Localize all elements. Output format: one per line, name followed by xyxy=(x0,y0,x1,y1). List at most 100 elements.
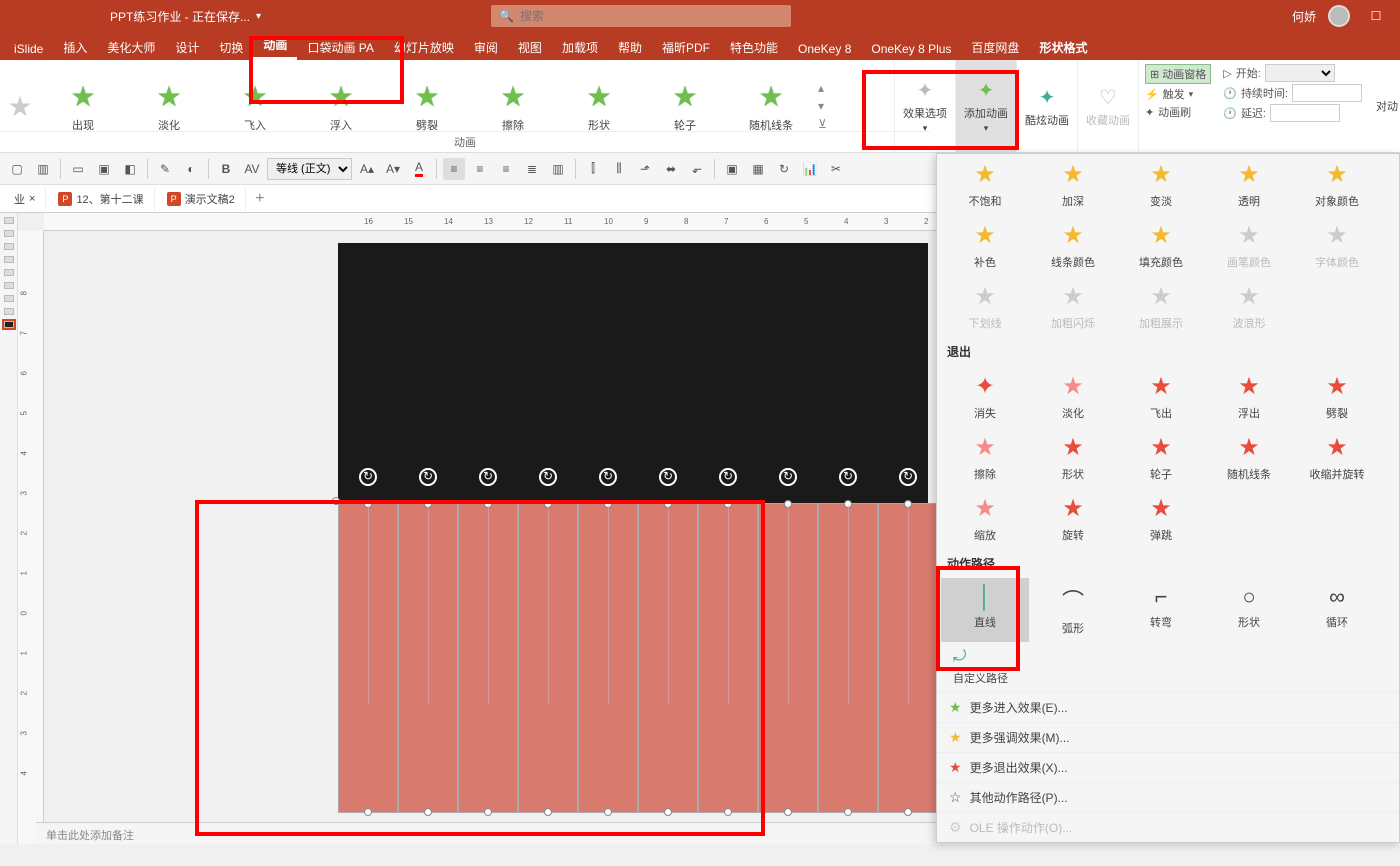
tab-help[interactable]: 帮助 xyxy=(608,35,652,60)
doctab-2[interactable]: P演示文稿2 xyxy=(157,187,246,211)
shape-strip[interactable] xyxy=(398,503,458,813)
tab-islide[interactable]: iSlide xyxy=(4,38,53,60)
tab-baidu[interactable]: 百度网盘 xyxy=(961,35,1029,60)
doctab-0[interactable]: 业 × xyxy=(4,187,46,211)
bold-icon[interactable]: B xyxy=(215,158,237,180)
exit-shape[interactable]: ★形状 xyxy=(1029,427,1117,488)
emph-lighten[interactable]: ★变淡 xyxy=(1117,154,1205,215)
emph-fillcolor[interactable]: ★填充颜色 xyxy=(1117,215,1205,276)
brush-icon[interactable]: ✎ xyxy=(154,158,176,180)
emph-objectcolor[interactable]: ★对象颜色 xyxy=(1293,154,1381,215)
align-bottom-icon[interactable]: ⬐ xyxy=(686,158,708,180)
more-emphasis-effects[interactable]: ★更多强调效果(M)... xyxy=(937,722,1399,752)
user-avatar-icon[interactable] xyxy=(1328,5,1350,27)
new-tab-button[interactable]: + xyxy=(248,189,272,209)
tab-shape-format[interactable]: 形状格式 xyxy=(1029,35,1097,60)
exit-bounce[interactable]: ★弹跳 xyxy=(1117,488,1205,549)
font-color-icon[interactable]: A xyxy=(408,158,430,180)
crop-icon[interactable]: ✂ xyxy=(825,158,847,180)
shape-strip[interactable] xyxy=(578,503,638,813)
add-animation-dropdown[interactable]: ★不饱和 ★加深 ★变淡 ★透明 ★对象颜色 ★补色 ★线条颜色 ★填充颜色 ★… xyxy=(936,153,1400,843)
tab-onekey8[interactable]: OneKey 8 xyxy=(788,38,861,60)
anim-brush-button[interactable]: 动画刷 xyxy=(1158,104,1191,120)
tool-icon-3[interactable]: ◧ xyxy=(119,158,141,180)
align-middle-icon[interactable]: ⬌ xyxy=(660,158,682,180)
path-custom[interactable]: ⤾自定义路径 xyxy=(941,642,1395,692)
doctab-1[interactable]: P12、第十二课 xyxy=(48,187,154,211)
tab-design[interactable]: 设计 xyxy=(165,35,209,60)
start-select[interactable] xyxy=(1265,64,1335,82)
trigger-button[interactable]: 触发 xyxy=(1163,86,1185,102)
selected-shapes-group[interactable] xyxy=(338,503,938,813)
search-box[interactable]: 🔍 xyxy=(491,5,791,27)
rotate-handle-icon[interactable] xyxy=(419,468,437,486)
spacing-icon[interactable]: AV xyxy=(241,158,263,180)
align-center-icon[interactable]: ≡ xyxy=(469,158,491,180)
tab-slideshow[interactable]: 幻灯片放映 xyxy=(384,35,464,60)
thumbnail-panel[interactable] xyxy=(0,213,18,844)
selection-handle[interactable] xyxy=(332,497,340,505)
tab-view[interactable]: 视图 xyxy=(508,35,552,60)
tab-review[interactable]: 审阅 xyxy=(464,35,508,60)
cool-animation-button[interactable]: ✦酷炫动画 xyxy=(1017,60,1078,152)
emph-linecolor[interactable]: ★线条颜色 xyxy=(1029,215,1117,276)
duration-input[interactable] xyxy=(1292,84,1362,102)
rotate-handle-icon[interactable] xyxy=(599,468,617,486)
shape-strip[interactable] xyxy=(458,503,518,813)
distribute-v-icon[interactable]: ⫼ xyxy=(608,158,630,180)
tab-beautify[interactable]: 美化大师 xyxy=(97,35,165,60)
exit-flyout[interactable]: ★飞出 xyxy=(1117,366,1205,427)
tab-onekey8plus[interactable]: OneKey 8 Plus xyxy=(861,38,961,60)
shape-strip[interactable] xyxy=(878,503,938,813)
tab-animation[interactable]: 动画 xyxy=(253,32,297,60)
tool-icon-1[interactable]: ▭ xyxy=(67,158,89,180)
eraser-icon[interactable]: ◐ xyxy=(180,158,202,180)
rotate-handle-icon[interactable] xyxy=(539,468,557,486)
more-exit-effects[interactable]: ★更多退出效果(X)... xyxy=(937,752,1399,782)
gallery-down-icon[interactable]: ▾ xyxy=(818,99,827,113)
emph-complement[interactable]: ★补色 xyxy=(941,215,1029,276)
font-select[interactable]: 等线 (正文) xyxy=(267,158,352,180)
font-grow-icon[interactable]: A▴ xyxy=(356,158,378,180)
favorite-animation-button[interactable]: ♡收藏动画 xyxy=(1078,60,1139,152)
tool-icon-2[interactable]: ▣ xyxy=(93,158,115,180)
distribute-h-icon[interactable]: ⫿ xyxy=(582,158,604,180)
exit-zoom[interactable]: ★缩放 xyxy=(941,488,1029,549)
slide-thumb[interactable] xyxy=(4,269,14,276)
rotate-handle-icon[interactable] xyxy=(719,468,737,486)
exit-shrinkturn[interactable]: ★收缩并旋转 xyxy=(1293,427,1381,488)
ribbon-display-button[interactable]: ☐ xyxy=(1362,5,1390,27)
align-justify-icon[interactable]: ≣ xyxy=(521,158,543,180)
tab-pocket-anim[interactable]: 口袋动画 PA xyxy=(297,35,383,60)
shape-strip[interactable] xyxy=(518,503,578,813)
exit-fade[interactable]: ★淡化 xyxy=(1029,366,1117,427)
more-motion-paths[interactable]: ☆其他动作路径(P)... xyxy=(937,782,1399,812)
slide-thumb[interactable] xyxy=(4,256,14,263)
slide-thumb[interactable] xyxy=(4,230,14,237)
path-arc[interactable]: ⌒弧形 xyxy=(1029,578,1117,642)
gallery-more-icon[interactable]: ⊻ xyxy=(818,117,827,131)
exit-floatout[interactable]: ★浮出 xyxy=(1205,366,1293,427)
columns-icon[interactable]: ▥ xyxy=(547,158,569,180)
slide-thumb[interactable] xyxy=(4,308,14,315)
exit-spin[interactable]: ★旋转 xyxy=(1029,488,1117,549)
tab-transition[interactable]: 切换 xyxy=(209,35,253,60)
rotate-handle-icon[interactable] xyxy=(899,468,917,486)
add-animation-button[interactable]: ✦添加动画▾ xyxy=(956,60,1017,152)
shape-strip[interactable] xyxy=(758,503,818,813)
align-right-icon[interactable]: ≡ xyxy=(495,158,517,180)
reorder-button[interactable]: 对动 xyxy=(1368,60,1400,152)
exit-randombars[interactable]: ★随机线条 xyxy=(1205,427,1293,488)
rotate-handle-icon[interactable] xyxy=(659,468,677,486)
slide-thumb[interactable] xyxy=(4,295,14,302)
tab-features[interactable]: 特色功能 xyxy=(720,35,788,60)
new-slide-icon[interactable]: ▢ xyxy=(6,158,28,180)
rotate-handle-icon[interactable] xyxy=(479,468,497,486)
gallery-up-icon[interactable]: ▴ xyxy=(818,81,827,95)
close-icon[interactable]: × xyxy=(29,193,35,205)
tab-foxit[interactable]: 福昕PDF xyxy=(652,35,720,60)
shape-strip[interactable] xyxy=(698,503,758,813)
emph-desaturate[interactable]: ★不饱和 xyxy=(941,154,1029,215)
font-shrink-icon[interactable]: A▾ xyxy=(382,158,404,180)
emph-darken[interactable]: ★加深 xyxy=(1029,154,1117,215)
